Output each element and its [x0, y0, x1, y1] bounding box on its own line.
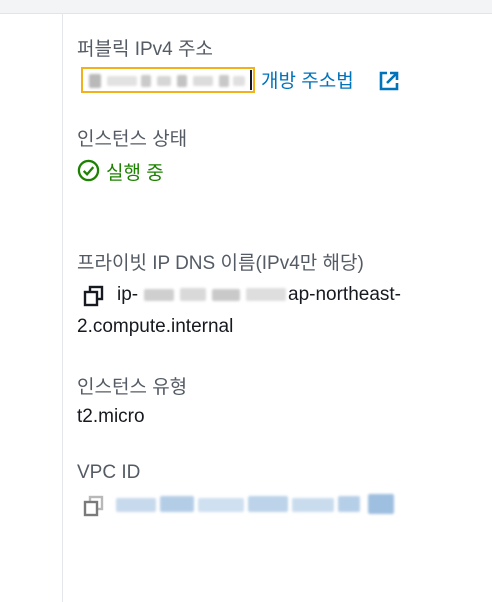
- instance-type-label: 인스턴스 유형: [77, 377, 188, 398]
- top-bar: [0, 0, 492, 14]
- text-caret: [250, 70, 252, 90]
- instance-state-label: 인스턴스 상태: [77, 129, 188, 150]
- instance-type-value: t2.micro: [77, 406, 145, 427]
- public-ipv4-value-redacted[interactable]: [81, 67, 255, 93]
- instance-state-value: 실행 중: [106, 163, 164, 184]
- private-dns-label: 프라이빗 IP DNS 이름(IPv4만 해당): [77, 253, 364, 274]
- vpc-id-label: VPC ID: [77, 462, 141, 483]
- column-divider: [62, 13, 63, 602]
- open-address-link[interactable]: 개방 주소법: [261, 66, 354, 93]
- private-dns-suffix: ap-northeast-: [288, 284, 402, 305]
- private-dns-prefix: ip-: [117, 284, 139, 305]
- public-ipv4-label: 퍼블릭 IPv4 주소: [77, 39, 213, 60]
- copy-icon[interactable]: [83, 285, 105, 307]
- copy-icon[interactable]: [83, 495, 105, 517]
- private-dns-line2: 2.compute.internal: [77, 316, 234, 337]
- external-link-icon[interactable]: [378, 70, 400, 92]
- check-circle-icon: [77, 159, 100, 182]
